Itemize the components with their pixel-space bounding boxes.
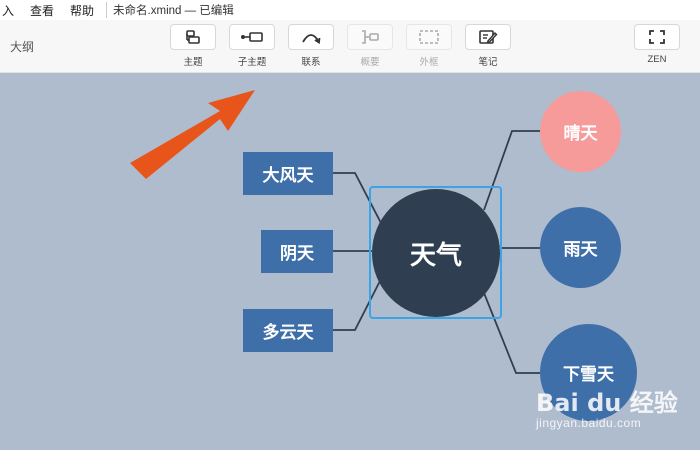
outline-button[interactable]: 大纲 [10, 38, 34, 55]
boundary-icon [406, 24, 452, 50]
zen-label: ZEN [647, 54, 667, 65]
topic-button[interactable]: 主题 [170, 24, 216, 68]
subtopic-button[interactable]: 子主题 [229, 24, 275, 68]
zen-button[interactable]: ZEN [634, 24, 680, 65]
topic-snowy-label: 下雪天 [563, 365, 614, 384]
topic-cloudy[interactable]: 多云天 [243, 309, 333, 352]
summary-icon [347, 24, 393, 50]
menu-help[interactable]: 帮助 [62, 2, 102, 19]
topic-icon [170, 24, 216, 50]
central-topic[interactable]: 天气 [372, 189, 500, 317]
relationship-icon [288, 24, 334, 50]
topic-rainy-label: 雨天 [563, 240, 598, 259]
note-label: 笔记 [478, 57, 498, 68]
boundary-label: 外框 [419, 57, 439, 68]
document-title: 未命名.xmind — 已编辑 [106, 2, 234, 18]
note-button[interactable]: 笔记 [465, 24, 511, 68]
topic-sunny-label: 晴天 [563, 124, 598, 143]
topic-cloudy-label: 多云天 [262, 323, 314, 342]
topic-windy-label: 大风天 [262, 166, 314, 185]
relationship-label: 联系 [301, 57, 321, 68]
note-icon [465, 24, 511, 50]
topic-sunny[interactable]: 晴天 [540, 91, 621, 172]
topic-windy[interactable]: 大风天 [243, 152, 333, 195]
baidu-watermark: Bai du 经验 jingyan.baidu.com [536, 383, 678, 430]
topic-overcast-label: 阴天 [280, 244, 314, 263]
topic-rainy[interactable]: 雨天 [540, 207, 621, 288]
pointing-arrow-icon [130, 90, 255, 179]
subtopic-icon [229, 24, 275, 50]
relationship-button[interactable]: 联系 [288, 24, 334, 68]
boundary-button[interactable]: 外框 [406, 24, 452, 68]
menu-bar: 入 查看 帮助 未命名.xmind — 已编辑 [0, 0, 700, 20]
subtopic-label: 子主题 [237, 57, 267, 68]
summary-label: 概要 [360, 57, 380, 68]
mindmap-canvas[interactable]: 大风天 阴天 多云天 天气 晴天 雨天 下雪天 Bai du 经验 jingya… [0, 73, 700, 450]
toolbar: 大纲 主题 子主题 联系 概要 外框 笔记 ZEN [0, 20, 700, 73]
zen-fullscreen-icon [634, 24, 680, 50]
watermark-logo: Bai du 经验 [536, 389, 678, 417]
menu-insert[interactable]: 入 [0, 2, 22, 19]
central-topic-label: 天气 [409, 239, 462, 270]
topic-label: 主题 [183, 57, 203, 68]
summary-button[interactable]: 概要 [347, 24, 393, 68]
menu-view[interactable]: 查看 [22, 2, 62, 19]
topic-overcast[interactable]: 阴天 [261, 230, 333, 273]
watermark-url: jingyan.baidu.com [536, 416, 642, 430]
